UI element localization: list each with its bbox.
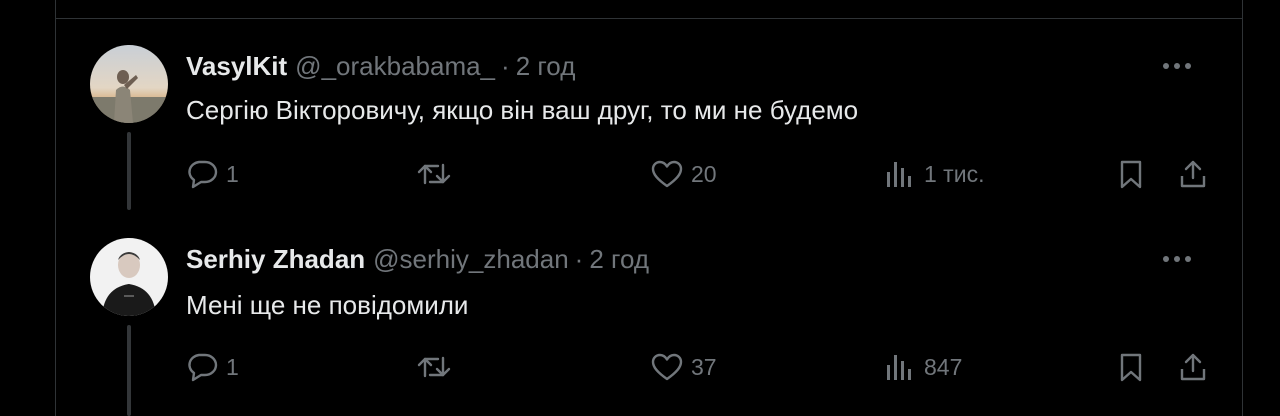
avatar-image — [90, 45, 168, 123]
reply-count: 1 — [226, 353, 239, 380]
like-count: 37 — [691, 353, 717, 380]
like-button[interactable]: 37 — [651, 350, 717, 384]
reply-tweet-1[interactable]: VasylKit @_orakbabama_ · 2 год Сергію Ві… — [56, 0, 1242, 210]
share-button[interactable] — [1176, 157, 1210, 191]
views-button[interactable]: 847 — [884, 350, 962, 384]
author-name[interactable]: Serhiy Zhadan — [186, 244, 365, 275]
reply-button[interactable]: 1 — [186, 157, 239, 191]
thread-line — [127, 132, 131, 210]
timestamp[interactable]: 2 год — [589, 244, 649, 275]
reply-bubble-icon — [188, 353, 218, 382]
more-options-button[interactable] — [1160, 244, 1194, 274]
like-count: 20 — [691, 160, 717, 187]
share-upload-icon — [1180, 160, 1206, 188]
reply-tweet-2[interactable]: Serhiy Zhadan @serhiy_zhadan · 2 год Мен… — [56, 210, 1242, 416]
share-button[interactable] — [1176, 350, 1210, 384]
avatar-image — [90, 238, 168, 316]
like-button[interactable]: 20 — [651, 157, 717, 191]
retweet-button[interactable] — [416, 350, 460, 384]
tweet-header: Serhiy Zhadan @serhiy_zhadan · 2 год — [186, 241, 649, 277]
views-button[interactable]: 1 тис. — [884, 157, 984, 191]
separator-dot: · — [574, 243, 584, 274]
author-handle[interactable]: @_orakbabama_ — [295, 51, 495, 82]
bookmark-button[interactable] — [1114, 350, 1148, 384]
more-dots-icon — [1163, 63, 1191, 69]
views-bars-icon — [887, 162, 911, 187]
avatar[interactable] — [90, 45, 168, 123]
share-upload-icon — [1180, 353, 1206, 381]
tweet-text: Мені ще не повідомили — [186, 290, 469, 320]
bookmark-button[interactable] — [1114, 157, 1148, 191]
thread-line — [127, 325, 131, 416]
retweet-arrows-icon — [417, 356, 451, 378]
retweet-arrows-icon — [417, 163, 451, 185]
retweet-button[interactable] — [416, 157, 460, 191]
bookmark-icon — [1120, 353, 1142, 382]
views-count: 847 — [924, 353, 963, 380]
author-handle[interactable]: @serhiy_zhadan — [373, 244, 569, 275]
separator-dot: · — [501, 50, 510, 81]
tweet-header: VasylKit @_orakbabama_ · 2 год — [186, 48, 575, 84]
more-dots-icon — [1163, 256, 1191, 262]
more-options-button[interactable] — [1160, 51, 1194, 81]
tweet-text: Сергію Вікторовичу, якщо він ваш друг, т… — [186, 95, 859, 125]
views-bars-icon — [887, 355, 911, 380]
bookmark-icon — [1120, 160, 1142, 189]
author-name[interactable]: VasylKit — [186, 51, 287, 82]
reply-count: 1 — [226, 160, 239, 187]
heart-icon — [651, 353, 683, 381]
views-count: 1 тис. — [924, 160, 985, 187]
timestamp[interactable]: 2 год — [516, 51, 576, 82]
heart-icon — [651, 160, 683, 188]
reply-button[interactable]: 1 — [186, 350, 239, 384]
timeline-column: VasylKit @_orakbabama_ · 2 год Сергію Ві… — [55, 0, 1243, 416]
avatar[interactable] — [90, 238, 168, 316]
reply-bubble-icon — [188, 160, 218, 189]
